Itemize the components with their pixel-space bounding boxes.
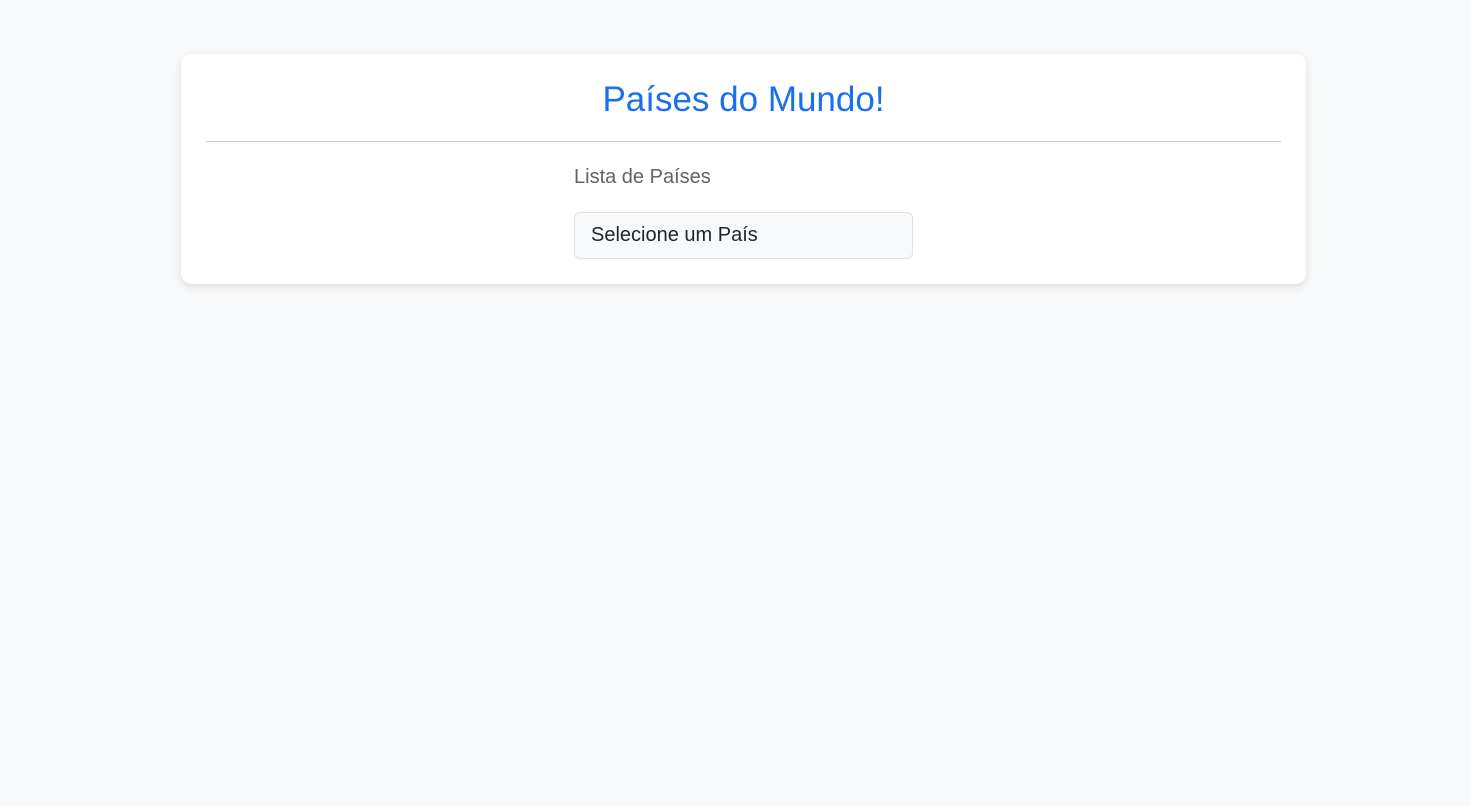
title-divider (206, 141, 1281, 142)
country-select[interactable]: Selecione um País (574, 212, 913, 259)
country-select-value: Selecione um País (591, 224, 758, 246)
country-list-label: Lista de Países (574, 166, 711, 188)
page-title: Países do Mundo! (602, 80, 885, 119)
main-card: Países do Mundo! Lista de Países Selecio… (181, 54, 1306, 284)
